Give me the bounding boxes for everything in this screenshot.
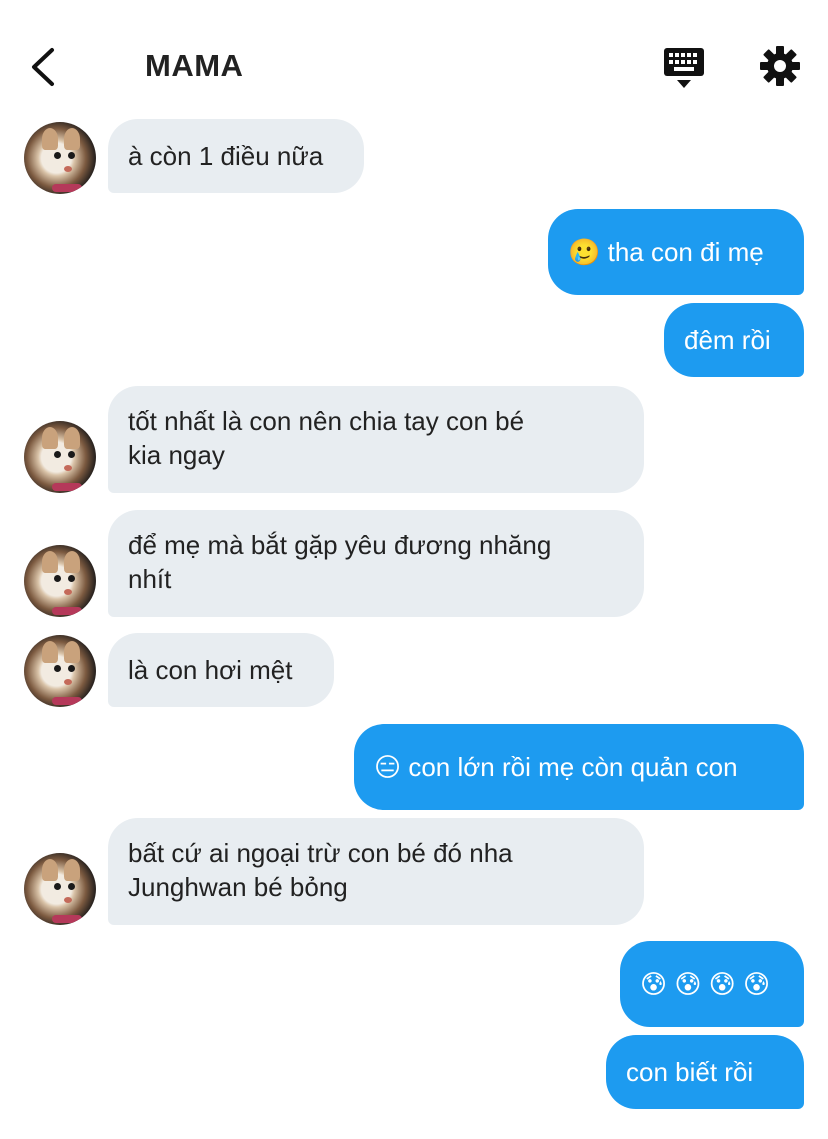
outgoing-message-bubble[interactable]: 😰 😰 😰 😰 — [620, 941, 804, 1027]
avatar[interactable] — [24, 421, 96, 493]
incoming-message-bubble[interactable]: à còn 1 điều nữa — [108, 119, 364, 193]
incoming-message-bubble[interactable]: là con hơi mệt — [108, 633, 334, 707]
keyboard-icon — [664, 48, 704, 88]
avatar[interactable] — [24, 122, 96, 194]
chat-title: MAMA — [145, 48, 244, 83]
incoming-message-bubble[interactable]: để mẹ mà bắt gặp yêu đương nhăng nhít — [108, 510, 644, 617]
back-arrow-icon — [32, 48, 54, 86]
gear-icon — [760, 46, 800, 86]
back-button[interactable] — [26, 44, 62, 90]
incoming-message-bubble[interactable]: tốt nhất là con nên chia tay con bé kia … — [108, 386, 644, 493]
avatar[interactable] — [24, 635, 96, 707]
keyboard-button[interactable] — [660, 44, 708, 92]
avatar[interactable] — [24, 853, 96, 925]
outgoing-message-bubble[interactable]: đêm rồi — [664, 303, 804, 377]
settings-button[interactable] — [756, 42, 804, 90]
chat-header: MAMA — [0, 0, 828, 120]
incoming-message-bubble[interactable]: bất cứ ai ngoại trừ con bé đó nha Junghw… — [108, 818, 644, 925]
avatar[interactable] — [24, 545, 96, 617]
outgoing-message-bubble[interactable]: con biết rồi — [606, 1035, 804, 1109]
outgoing-message-bubble[interactable]: 😑 con lớn rồi mẹ còn quản con — [354, 724, 804, 810]
outgoing-message-bubble[interactable]: 🥲 tha con đi mẹ — [548, 209, 804, 295]
